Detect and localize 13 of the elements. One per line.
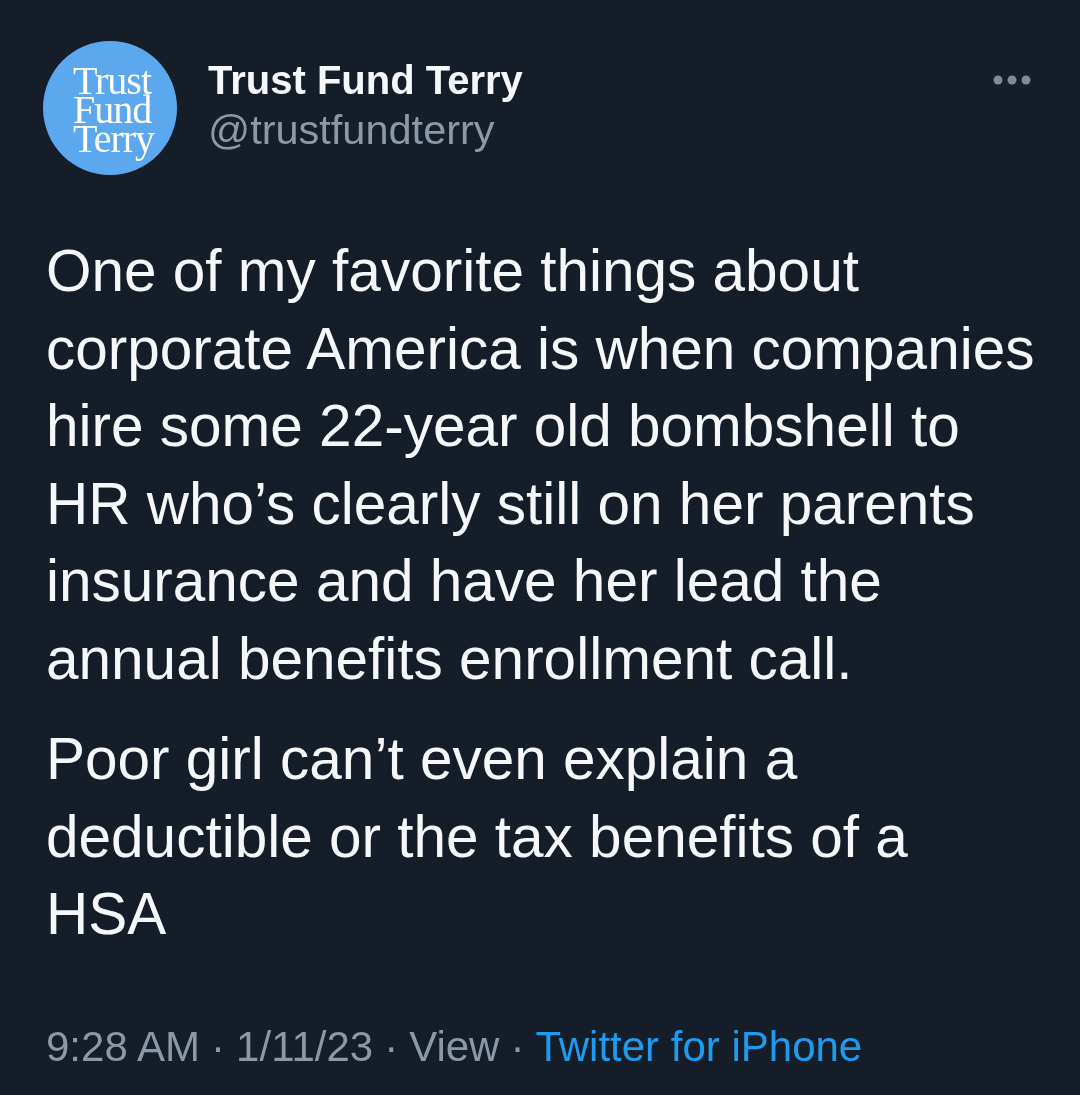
display-name[interactable]: Trust Fund Terry (208, 57, 523, 104)
separator-dot: · (510, 1021, 525, 1072)
tweet-text: Poor girl can’t even explain a deductible or the tax benefits of a HSA (46, 725, 909, 948)
tweet-date: 1/11/23 (236, 1021, 374, 1072)
tweet-time: 9:28 AM (46, 1021, 201, 1072)
user-handle[interactable]: @trustfundterry (208, 106, 523, 154)
separator-dot: · (384, 1021, 399, 1072)
avatar-logo-text: Trust Fund Terry (73, 58, 155, 162)
view-count-link[interactable]: View (409, 1021, 500, 1072)
more-options-icon[interactable] (993, 75, 1031, 85)
tweet-text: One of my favorite things about corporate America is when companies hire some 22-year old bombshell to HR who’s clearly still on her parents insurance and have her lead the annual benefits enrollment call. (46, 237, 1031, 693)
separator-dot: · (211, 1021, 226, 1072)
source-link[interactable]: Twitter for iPhone (535, 1021, 863, 1072)
